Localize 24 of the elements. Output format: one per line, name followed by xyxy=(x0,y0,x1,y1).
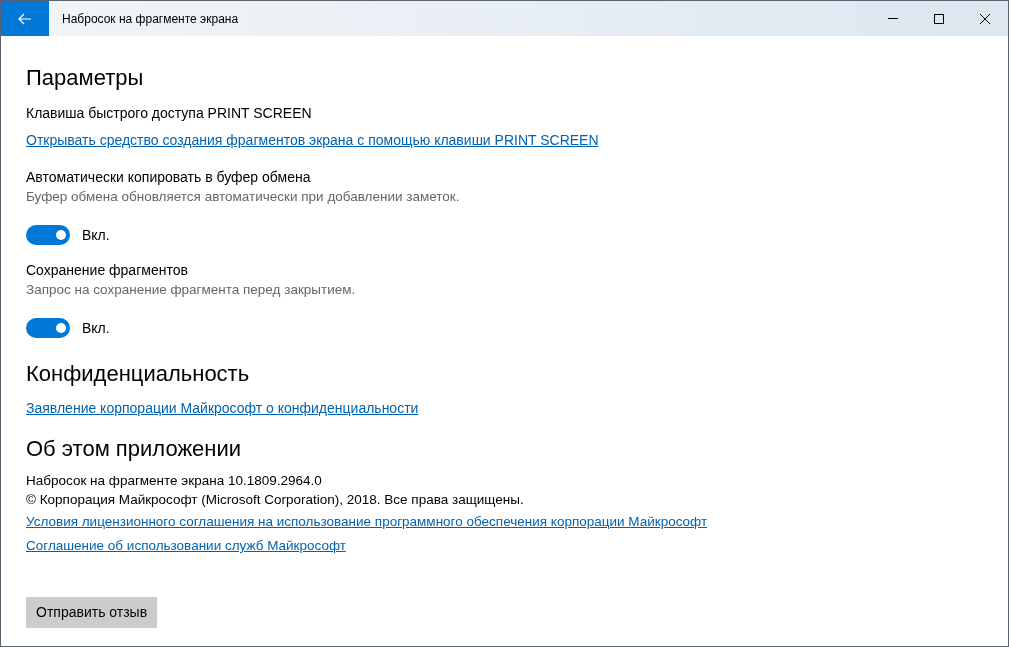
minimize-icon xyxy=(888,18,898,19)
toggle-state-label: Вкл. xyxy=(82,319,110,338)
close-icon xyxy=(980,13,990,24)
setting-label: Автоматически копировать в буфер обмена xyxy=(26,168,312,187)
window-title: Набросок на фрагменте экрана xyxy=(62,10,239,28)
toggle-switch[interactable] xyxy=(26,225,70,245)
section-heading: Конфиденциальность xyxy=(26,360,251,388)
link[interactable]: Соглашение об использовании служб Майкрософт xyxy=(26,538,346,553)
toggle-state-label: Вкл. xyxy=(82,226,110,245)
maximize-icon xyxy=(934,13,944,24)
about-text: © Корпорация Майкрософт (Microsoft Corporation), 2018. Все права защищены. xyxy=(26,491,525,509)
about-text: Набросок на фрагменте экрана 10.1809.2964.0 xyxy=(26,472,323,490)
setting-label: Сохранение фрагментов xyxy=(26,261,189,280)
section-heading: Параметры xyxy=(26,64,145,92)
feedback-button[interactable]: Отправить отзыв xyxy=(26,597,158,628)
setting-description: Запрос на сохранение фрагмента перед закрытием. xyxy=(26,281,357,299)
section-heading: Об этом приложении xyxy=(26,435,243,463)
setting-description: Буфер обмена обновляется автоматически при добавлении заметок. xyxy=(26,188,461,206)
link[interactable]: Открывать средство создания фрагментов экрана с помощью клавиши PRINT SCREEN xyxy=(26,132,599,148)
link[interactable]: Заявление корпорации Майкрософт о конфиденциальности xyxy=(26,400,419,416)
back-arrow-icon xyxy=(18,12,32,25)
toggle-switch[interactable] xyxy=(26,318,70,338)
setting-label: Клавиша быстрого доступа PRINT SCREEN xyxy=(26,104,313,123)
link[interactable]: Условия лицензионного соглашения на использование программного обеспечения корпорации Майкрософт xyxy=(26,514,708,529)
